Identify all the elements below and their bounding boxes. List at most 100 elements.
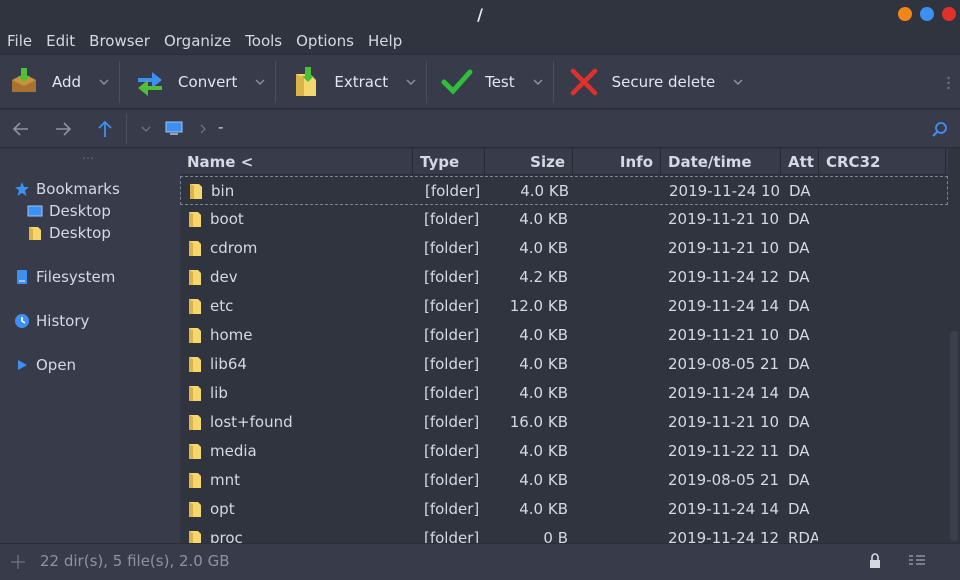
file-date: 2019-08-05 21:5: [668, 471, 780, 489]
table-row[interactable]: mnt [folder] 4.0 KB 2019-08-05 21:5 DA: [180, 466, 948, 495]
move-icon[interactable]: [10, 554, 26, 570]
file-size: 4.2 KB: [519, 268, 568, 286]
table-row[interactable]: lib64 [folder] 4.0 KB 2019-08-05 21:5 DA: [180, 350, 948, 379]
file-date: 2019-11-21 10:2: [668, 413, 780, 431]
folder-icon: [189, 270, 201, 285]
minimize-button[interactable]: [898, 7, 912, 21]
column-crc32[interactable]: CRC32: [819, 149, 946, 175]
menu-tools[interactable]: Tools: [245, 30, 282, 54]
lock-icon[interactable]: [868, 553, 882, 569]
menu-file[interactable]: File: [7, 30, 32, 54]
convert-icon: [138, 71, 163, 96]
column-attributes[interactable]: Att: [781, 149, 819, 175]
extract-button[interactable]: Extract: [282, 54, 426, 109]
file-date: 2019-11-24 14:3: [668, 500, 780, 518]
close-button[interactable]: [942, 7, 956, 21]
column-header: Name < Type Size Info Date/time Att CRC3…: [180, 149, 948, 175]
toolbar-grip-icon[interactable]: [947, 75, 950, 91]
column-type[interactable]: Type: [413, 149, 485, 175]
extract-icon: [296, 66, 317, 96]
chevron-down-icon[interactable]: [99, 77, 109, 87]
menu-organize[interactable]: Organize: [164, 30, 231, 54]
file-name: opt: [210, 500, 235, 518]
secure-delete-button[interactable]: Secure delete: [560, 54, 754, 109]
file-type: [folder]: [424, 529, 480, 543]
chevron-down-icon[interactable]: [733, 77, 743, 87]
file-name: bin: [211, 182, 235, 200]
file-name: lost+found: [210, 413, 293, 431]
file-size: 4.0 KB: [519, 471, 568, 489]
sidebar-grip[interactable]: ⋯: [82, 151, 94, 165]
scrollbar-thumb[interactable]: [950, 331, 958, 541]
column-datetime[interactable]: Date/time: [661, 149, 781, 175]
computer-icon[interactable]: [165, 121, 183, 137]
file-name: proc: [210, 529, 243, 543]
toolbar-separator: [426, 60, 428, 103]
file-name: media: [210, 442, 257, 460]
file-attributes: DA: [788, 239, 810, 257]
file-type: [folder]: [424, 268, 480, 286]
chevron-down-icon[interactable]: [255, 77, 265, 87]
table-row[interactable]: opt [folder] 4.0 KB 2019-11-24 14:3 DA: [180, 495, 948, 524]
chevron-right-icon: [200, 124, 206, 134]
file-type: [folder]: [424, 239, 480, 257]
file-date: 2019-11-24 12:1: [668, 268, 780, 286]
table-row[interactable]: media [folder] 4.0 KB 2019-11-22 11:2 DA: [180, 437, 948, 466]
chevron-down-icon[interactable]: [533, 77, 543, 87]
play-icon: [18, 360, 27, 370]
table-row[interactable]: boot [folder] 4.0 KB 2019-11-21 10:5 DA: [180, 205, 948, 234]
table-row[interactable]: bin [folder] 4.0 KB 2019-11-24 10:5 DA: [180, 176, 948, 205]
menu-browser[interactable]: Browser: [89, 30, 150, 54]
extract-label: Extract: [334, 72, 389, 91]
file-type: [folder]: [425, 182, 481, 200]
file-name: home: [210, 326, 253, 344]
table-row[interactable]: home [folder] 4.0 KB 2019-11-21 10:3 DA: [180, 321, 948, 350]
file-name: mnt: [210, 471, 240, 489]
forward-arrow-icon[interactable]: [52, 119, 74, 139]
back-arrow-icon[interactable]: [10, 119, 32, 139]
menu-help[interactable]: Help: [368, 30, 402, 54]
maximize-button[interactable]: [920, 7, 934, 21]
menu-options[interactable]: Options: [296, 30, 354, 54]
chevron-down-icon[interactable]: [406, 77, 416, 87]
file-attributes: DA: [788, 442, 810, 460]
table-row[interactable]: lib [folder] 4.0 KB 2019-11-24 14:3 DA: [180, 379, 948, 408]
file-attributes: RDA: [788, 529, 818, 543]
convert-label: Convert: [178, 72, 238, 91]
sidebar-item-label: Open: [36, 356, 77, 374]
file-size: 12.0 KB: [509, 297, 568, 315]
view-list-icon[interactable]: [908, 554, 926, 568]
column-size[interactable]: Size: [485, 149, 573, 175]
path-segment[interactable]: -: [218, 118, 223, 136]
add-button[interactable]: Add: [0, 54, 119, 109]
sidebar-item-open[interactable]: Open: [14, 356, 76, 374]
search-icon[interactable]: [931, 121, 949, 139]
table-row[interactable]: dev [folder] 4.2 KB 2019-11-24 12:1 DA: [180, 263, 948, 292]
toolbar-separator: [119, 60, 121, 103]
file-name: cdrom: [210, 239, 258, 257]
convert-button[interactable]: Convert: [126, 54, 275, 109]
sidebar-item-desktop[interactable]: Desktop: [27, 202, 111, 220]
toolbar-separator: [552, 60, 554, 103]
toolbar-separator: [275, 60, 277, 103]
column-name[interactable]: Name <: [180, 149, 413, 175]
delete-x-icon: [570, 68, 597, 95]
file-date: 2019-08-05 21:5: [668, 355, 780, 373]
sidebar-item-desktop-folder[interactable]: Desktop: [27, 224, 111, 242]
table-row[interactable]: etc [folder] 12.0 KB 2019-11-24 14:3 DA: [180, 292, 948, 321]
sidebar-item-filesystem[interactable]: Filesystem: [14, 268, 115, 286]
clock-icon: [15, 314, 29, 328]
up-arrow-icon[interactable]: [94, 119, 116, 139]
column-info[interactable]: Info: [573, 149, 661, 175]
vertical-scrollbar[interactable]: [948, 149, 960, 543]
chevron-down-icon[interactable]: [140, 124, 152, 134]
file-name: boot: [210, 210, 244, 228]
file-attributes: DA: [788, 326, 810, 344]
table-row[interactable]: lost+found [folder] 16.0 KB 2019-11-21 10:2…: [180, 408, 948, 437]
table-row[interactable]: proc [folder] 0 B 2019-11-24 12:1 RDA: [180, 524, 948, 543]
table-row[interactable]: cdrom [folder] 4.0 KB 2019-11-21 10:3 DA: [180, 234, 948, 263]
sidebar-item-history[interactable]: History: [14, 312, 89, 330]
test-button[interactable]: Test: [433, 54, 553, 109]
menu-edit[interactable]: Edit: [46, 30, 75, 54]
sidebar-item-bookmarks[interactable]: Bookmarks: [14, 180, 120, 198]
